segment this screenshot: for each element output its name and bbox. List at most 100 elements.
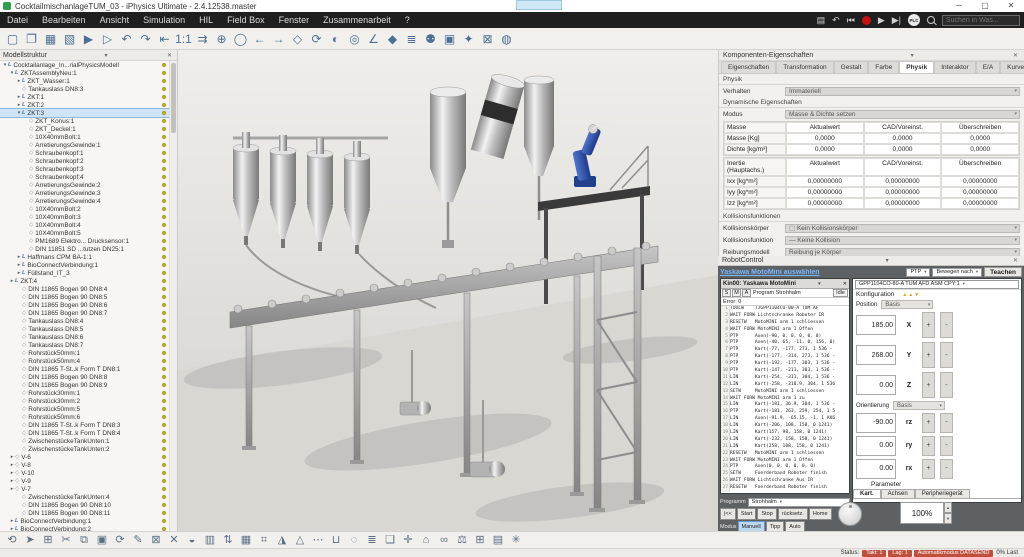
visibility-bulb-icon[interactable] [162, 191, 167, 196]
tree-row[interactable]: ◇ Rohrstück30mm:1 [0, 389, 177, 397]
tree-row[interactable]: ▸ L ZKT:2 [0, 101, 177, 109]
mode-toggle-button[interactable]: S [722, 289, 731, 297]
screen-remove-icon[interactable]: ⊠ [147, 532, 165, 548]
maximize-button[interactable]: ▢ [972, 0, 998, 12]
axis-plus-button[interactable]: + [922, 342, 935, 368]
teach-button[interactable]: Teachen [984, 267, 1022, 277]
step-forward-icon[interactable]: ⇉ [193, 29, 212, 49]
tree-row[interactable]: ▸ ◇ V-7 [0, 485, 177, 493]
open-run-icon[interactable]: ▶ [79, 29, 98, 49]
tree-row[interactable]: ▾ L ZKTAssemblyNeu:1 [0, 69, 177, 77]
visibility-bulb-icon[interactable] [162, 159, 167, 164]
mode-toggle-button[interactable]: A [742, 289, 751, 297]
axis-value-input[interactable]: 0.00 [856, 375, 896, 395]
menu-item[interactable]: HIL [192, 12, 220, 28]
glasses-icon[interactable]: ∞ [435, 532, 453, 548]
visibility-bulb-icon[interactable] [162, 511, 167, 516]
tree-row[interactable]: ◇ Rohrstück50mm:5 [0, 405, 177, 413]
view-shaded-icon[interactable]: ◆ [383, 29, 402, 49]
menu-item[interactable]: Ansicht [93, 12, 137, 28]
visibility-bulb-icon[interactable] [162, 223, 167, 228]
visibility-bulb-icon[interactable] [162, 455, 167, 460]
visibility-bulb-icon[interactable] [162, 367, 167, 372]
axis-minus-button[interactable]: - [940, 413, 953, 433]
tree-row[interactable]: ◇ DIN 11865 Bogen 90 DN8:4 [0, 285, 177, 293]
modus-dropdown[interactable]: Masse & Dichte setzen [785, 110, 1020, 119]
tree-row[interactable]: ◇ DIN 11865 Bogen 90 DN8:5 [0, 293, 177, 301]
visibility-bulb-icon[interactable] [162, 447, 167, 452]
panel-close-icon[interactable]: ✕ [165, 52, 174, 59]
view-axes-icon[interactable]: ∠ [364, 29, 383, 49]
cut-icon[interactable]: ✂ [57, 532, 75, 548]
model-tree[interactable]: ▾ L Cocktailanlage_In...rialPhysicsModel… [0, 61, 177, 531]
open-file-icon[interactable]: ❐ [22, 29, 41, 49]
visibility-bulb-icon[interactable] [162, 111, 167, 116]
search-input[interactable] [942, 15, 1020, 26]
visibility-bulb-icon[interactable] [162, 391, 167, 396]
tree-row[interactable]: ◇ ZwischenstückeTankUnten:2 [0, 445, 177, 453]
orientation-frame-dropdown[interactable]: Basis [893, 401, 945, 410]
tree-row[interactable]: ◇ Tankauslass DN8:7 [0, 341, 177, 349]
properties-tab[interactable]: Transformation [776, 61, 833, 73]
robot-transport-button[interactable]: rücksetz. [778, 508, 808, 520]
pyramid-solid-icon[interactable]: ◮ [273, 532, 291, 548]
play-button[interactable]: ▶ [878, 13, 885, 27]
gizmo-move-icon[interactable]: ⊕ [212, 29, 231, 49]
add-component-icon[interactable]: ⊞ [39, 532, 57, 548]
tree-row[interactable]: ▸ L BioConnectVerbindung:1 [0, 261, 177, 269]
menu-item[interactable]: Datei [0, 12, 35, 28]
visibility-bulb-icon[interactable] [162, 127, 167, 132]
notes-icon[interactable]: ≣ [363, 532, 381, 548]
redo-icon[interactable]: ↷ [136, 29, 155, 49]
save-as-icon[interactable]: ▧ [60, 29, 79, 49]
override-percent-input[interactable]: 100% [900, 502, 944, 524]
tree-row[interactable]: ◇ Tankauslass DN8:3 [0, 85, 177, 93]
robot-transport-button[interactable]: |<< [720, 508, 736, 520]
visibility-bulb-icon[interactable] [162, 311, 167, 316]
visibility-bulb-icon[interactable] [162, 471, 167, 476]
properties-tab[interactable]: Kurven [1000, 61, 1024, 73]
tree-row[interactable]: ◇ DIN 11851 SD ...tutzen DN25:1 [0, 245, 177, 253]
visibility-bulb-icon[interactable] [162, 63, 167, 68]
menu-item[interactable]: Bearbeiten [35, 12, 93, 28]
screen-add-icon[interactable]: ⊞ [471, 532, 489, 548]
visibility-bulb-icon[interactable] [162, 135, 167, 140]
visibility-bulb-icon[interactable] [162, 503, 167, 508]
paint-icon[interactable]: ✎ [129, 532, 147, 548]
visibility-bulb-icon[interactable] [162, 215, 167, 220]
visibility-bulb-icon[interactable] [162, 279, 167, 284]
visibility-bulb-icon[interactable] [162, 343, 167, 348]
tree-row[interactable]: ▸ L ZKT_Wasser:1 [0, 77, 177, 85]
minimize-button[interactable]: ─ [946, 0, 972, 12]
tree-row[interactable]: ▾ L Cocktailanlage_In...rialPhysicsModel… [0, 61, 177, 69]
tree-row[interactable]: ◇ DIN 11865 Bogen 90 DN8:7 [0, 309, 177, 317]
visibility-bulb-icon[interactable] [162, 495, 167, 500]
visibility-bulb-icon[interactable] [162, 239, 167, 244]
visibility-bulb-icon[interactable] [162, 519, 167, 524]
visibility-bulb-icon[interactable] [162, 439, 167, 444]
visibility-bulb-icon[interactable] [162, 359, 167, 364]
tree-row[interactable]: ◇ Rohrstück50mm:4 [0, 357, 177, 365]
paste-icon[interactable]: ▣ [93, 532, 111, 548]
skip-to-start-icon[interactable]: ⏮ [847, 13, 855, 27]
tree-row[interactable]: ◇ Schraubenkopf:1 [0, 149, 177, 157]
globe-hand-icon[interactable]: ◍ [497, 29, 516, 49]
robot-transport-button[interactable]: Home [809, 508, 832, 520]
tree-row[interactable]: ◇ Rohrstück30mm:2 [0, 397, 177, 405]
table-icon[interactable]: ▦ [237, 532, 255, 548]
tree-row[interactable]: ◇ ZKT_Deckel:1 [0, 125, 177, 133]
axis-plus-button[interactable]: + [922, 312, 935, 338]
visibility-bulb-icon[interactable] [162, 103, 167, 108]
tree-row[interactable]: ◇ Schraubenkopf:3 [0, 165, 177, 173]
add-tool-icon[interactable]: ✛ [399, 532, 417, 548]
tree-row[interactable]: ▸ L Haffmans CPM BA-1:1 [0, 253, 177, 261]
select-robot-link[interactable]: Yaskawa MotoMini auswählen [720, 269, 904, 276]
film-strip-icon[interactable]: ▤ [817, 13, 826, 27]
visibility-bulb-icon[interactable] [162, 207, 167, 212]
motion-type-dropdown[interactable]: PTP [906, 268, 930, 277]
tree-row[interactable]: ◇ 10X40mmBolt:1 [0, 133, 177, 141]
tree-row[interactable]: ◇ DIN 11865 T-St..k Form T DN8:3 [0, 421, 177, 429]
save-icon[interactable]: ▦ [41, 29, 60, 49]
tree-row[interactable]: ▸ L Füllstand_IT_3 [0, 269, 177, 277]
visibility-bulb-icon[interactable] [162, 303, 167, 308]
